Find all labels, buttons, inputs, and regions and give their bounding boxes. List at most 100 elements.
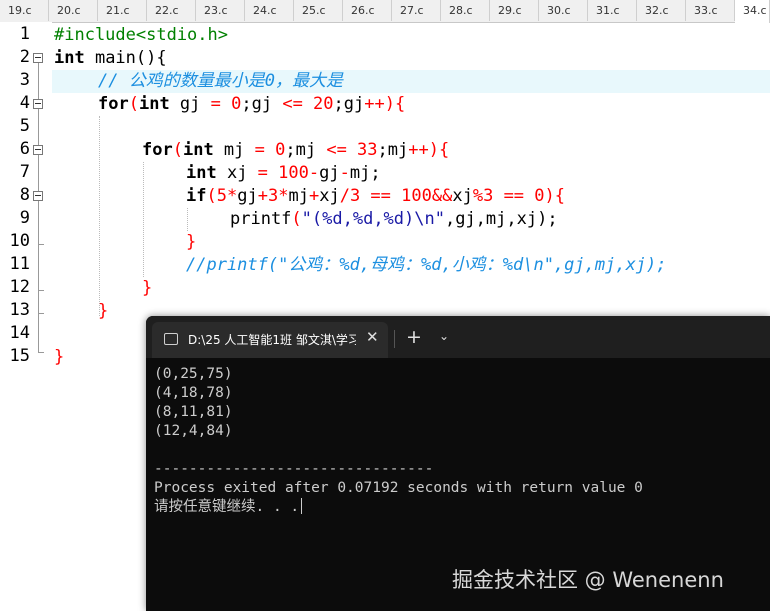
new-tab-button[interactable]: + — [406, 326, 422, 348]
operator: <= — [282, 94, 303, 114]
number: 5 — [216, 186, 227, 206]
code-text: ;gj — [333, 94, 365, 114]
code-line-12[interactable]: } — [142, 277, 152, 300]
terminal-window[interactable]: D:\25 人工智能1班 邹文淇\学习 ✕ + ⌄ (0,25,75) (4,1… — [146, 316, 770, 611]
code-line-3[interactable]: // 公鸡的数量最小是0，最大是 — [98, 70, 343, 93]
file-tab[interactable]: 24.c — [245, 0, 294, 21]
keyword: int — [54, 48, 85, 68]
terminal-tab[interactable]: D:\25 人工智能1班 邹文淇\学习 ✕ — [152, 322, 388, 358]
code-text: gj — [169, 94, 211, 114]
code-text: main(){ — [84, 48, 167, 68]
fold-toggle-icon[interactable] — [33, 191, 43, 201]
file-tab[interactable]: 33.c — [686, 0, 735, 21]
code-text: ,gj,mj,xj); — [444, 209, 558, 229]
terminal-output-line: (0,25,75) — [154, 366, 233, 382]
operator: - — [339, 163, 350, 183]
line-number: 10 — [9, 231, 30, 251]
brace: } — [142, 278, 153, 298]
code-line-2[interactable]: int main(){ — [54, 47, 167, 70]
fold-end-marker — [38, 244, 44, 245]
code-text: xj — [216, 163, 258, 183]
file-tab[interactable]: 26.c — [343, 0, 392, 21]
file-tab-active[interactable]: 34.c — [735, 0, 770, 23]
file-tab[interactable]: 22.c — [147, 0, 196, 21]
code-line-11[interactable]: //printf("公鸡：%d,母鸡：%d,小鸡：%d\n",gj,mj,xj)… — [186, 254, 667, 277]
terminal-icon — [164, 333, 178, 345]
file-tab[interactable]: 28.c — [441, 0, 490, 21]
line-number: 3 — [19, 70, 30, 90]
operator: + — [308, 186, 320, 206]
code-line-4[interactable]: for(int gj = 0;gj <= 20;gj++){ — [98, 93, 405, 116]
operator: <= — [326, 140, 347, 160]
file-tab[interactable]: 20.c — [49, 0, 98, 21]
file-tab[interactable]: 32.c — [637, 0, 686, 21]
brace: } — [98, 301, 109, 321]
number: 20 — [302, 94, 334, 114]
number: 0 — [534, 186, 545, 206]
file-tab[interactable]: 21.c — [98, 0, 147, 21]
indent-guide — [187, 208, 188, 231]
fold-toggle-icon[interactable] — [33, 145, 43, 155]
code-line-10[interactable]: } — [186, 231, 196, 254]
code-line-1[interactable]: #include<stdio.h> — [54, 24, 228, 47]
number: 3 — [483, 186, 494, 206]
operator: == — [493, 186, 535, 206]
fold-end-marker — [38, 313, 44, 314]
operator: = — [210, 94, 221, 114]
code-text: mj — [213, 140, 255, 160]
operator: ( — [291, 209, 302, 229]
terminal-output-line: (12,4,84) — [154, 423, 233, 439]
terminal-output-line: (8,11,81) — [154, 404, 233, 420]
file-tab[interactable]: 19.c — [0, 0, 49, 21]
operator: ){ — [544, 186, 566, 206]
terminal-exit-message: Process exited after 0.07192 seconds wit… — [154, 480, 643, 496]
file-tab[interactable]: 25.c — [294, 0, 343, 21]
text-cursor — [301, 498, 303, 514]
keyword: int — [186, 163, 217, 183]
keyword: if — [186, 186, 207, 206]
terminal-tab-title: D:\25 人工智能1班 邹文淇\学习 — [188, 333, 356, 347]
fold-toggle-icon[interactable] — [33, 99, 43, 109]
code-text: gj — [237, 186, 258, 206]
code-line-13[interactable]: } — [98, 300, 108, 323]
operator: ( — [206, 186, 217, 206]
code-line-8[interactable]: if(5*gj+3*mj+xj/3 == 100&&xj%3 == 0){ — [186, 185, 565, 208]
line-number: 2 — [19, 47, 30, 67]
line-number: 8 — [19, 185, 30, 205]
file-tab[interactable]: 23.c — [196, 0, 245, 21]
operator: = — [257, 163, 268, 183]
keyword: for — [142, 140, 173, 160]
file-tab[interactable]: 31.c — [588, 0, 637, 21]
number: 33 — [346, 140, 378, 160]
line-number: 13 — [9, 300, 30, 320]
line-number: 7 — [19, 162, 30, 182]
file-tab[interactable]: 29.c — [490, 0, 539, 21]
line-number: 9 — [19, 208, 30, 228]
line-number: 1 — [19, 24, 30, 44]
line-number: 6 — [19, 139, 30, 159]
code-text: mj — [288, 186, 309, 206]
comment: // 公鸡的数量最小是0，最大是 — [98, 71, 343, 91]
operator: && — [431, 186, 453, 206]
operator: ++ — [408, 140, 429, 160]
operator: * — [278, 186, 289, 206]
code-text: ;gj — [241, 94, 283, 114]
code-text: mj; — [349, 163, 381, 183]
code-line-7[interactable]: int xj = 100-gj-mj; — [186, 162, 381, 185]
chevron-down-icon[interactable]: ⌄ — [439, 329, 449, 343]
number: 100 — [267, 163, 309, 183]
code-line-6[interactable]: for(int mj = 0;mj <= 33;mj++){ — [142, 139, 449, 162]
terminal-separator: -------------------------------- — [154, 461, 434, 477]
file-tab[interactable]: 27.c — [392, 0, 441, 21]
number: 0 — [220, 94, 242, 114]
code-line-9[interactable]: printf("(%d,%d,%d)\n",gj,mj,xj); — [230, 208, 558, 231]
fold-toggle-icon[interactable] — [33, 53, 43, 63]
code-line-15[interactable]: } — [54, 346, 64, 369]
line-number: 11 — [9, 254, 30, 274]
tab-divider — [394, 330, 395, 348]
operator: + — [257, 186, 268, 206]
file-tab[interactable]: 30.c — [539, 0, 588, 21]
operator: * — [226, 186, 238, 206]
close-icon[interactable]: ✕ — [366, 328, 379, 346]
code-text: ;mj — [285, 140, 327, 160]
